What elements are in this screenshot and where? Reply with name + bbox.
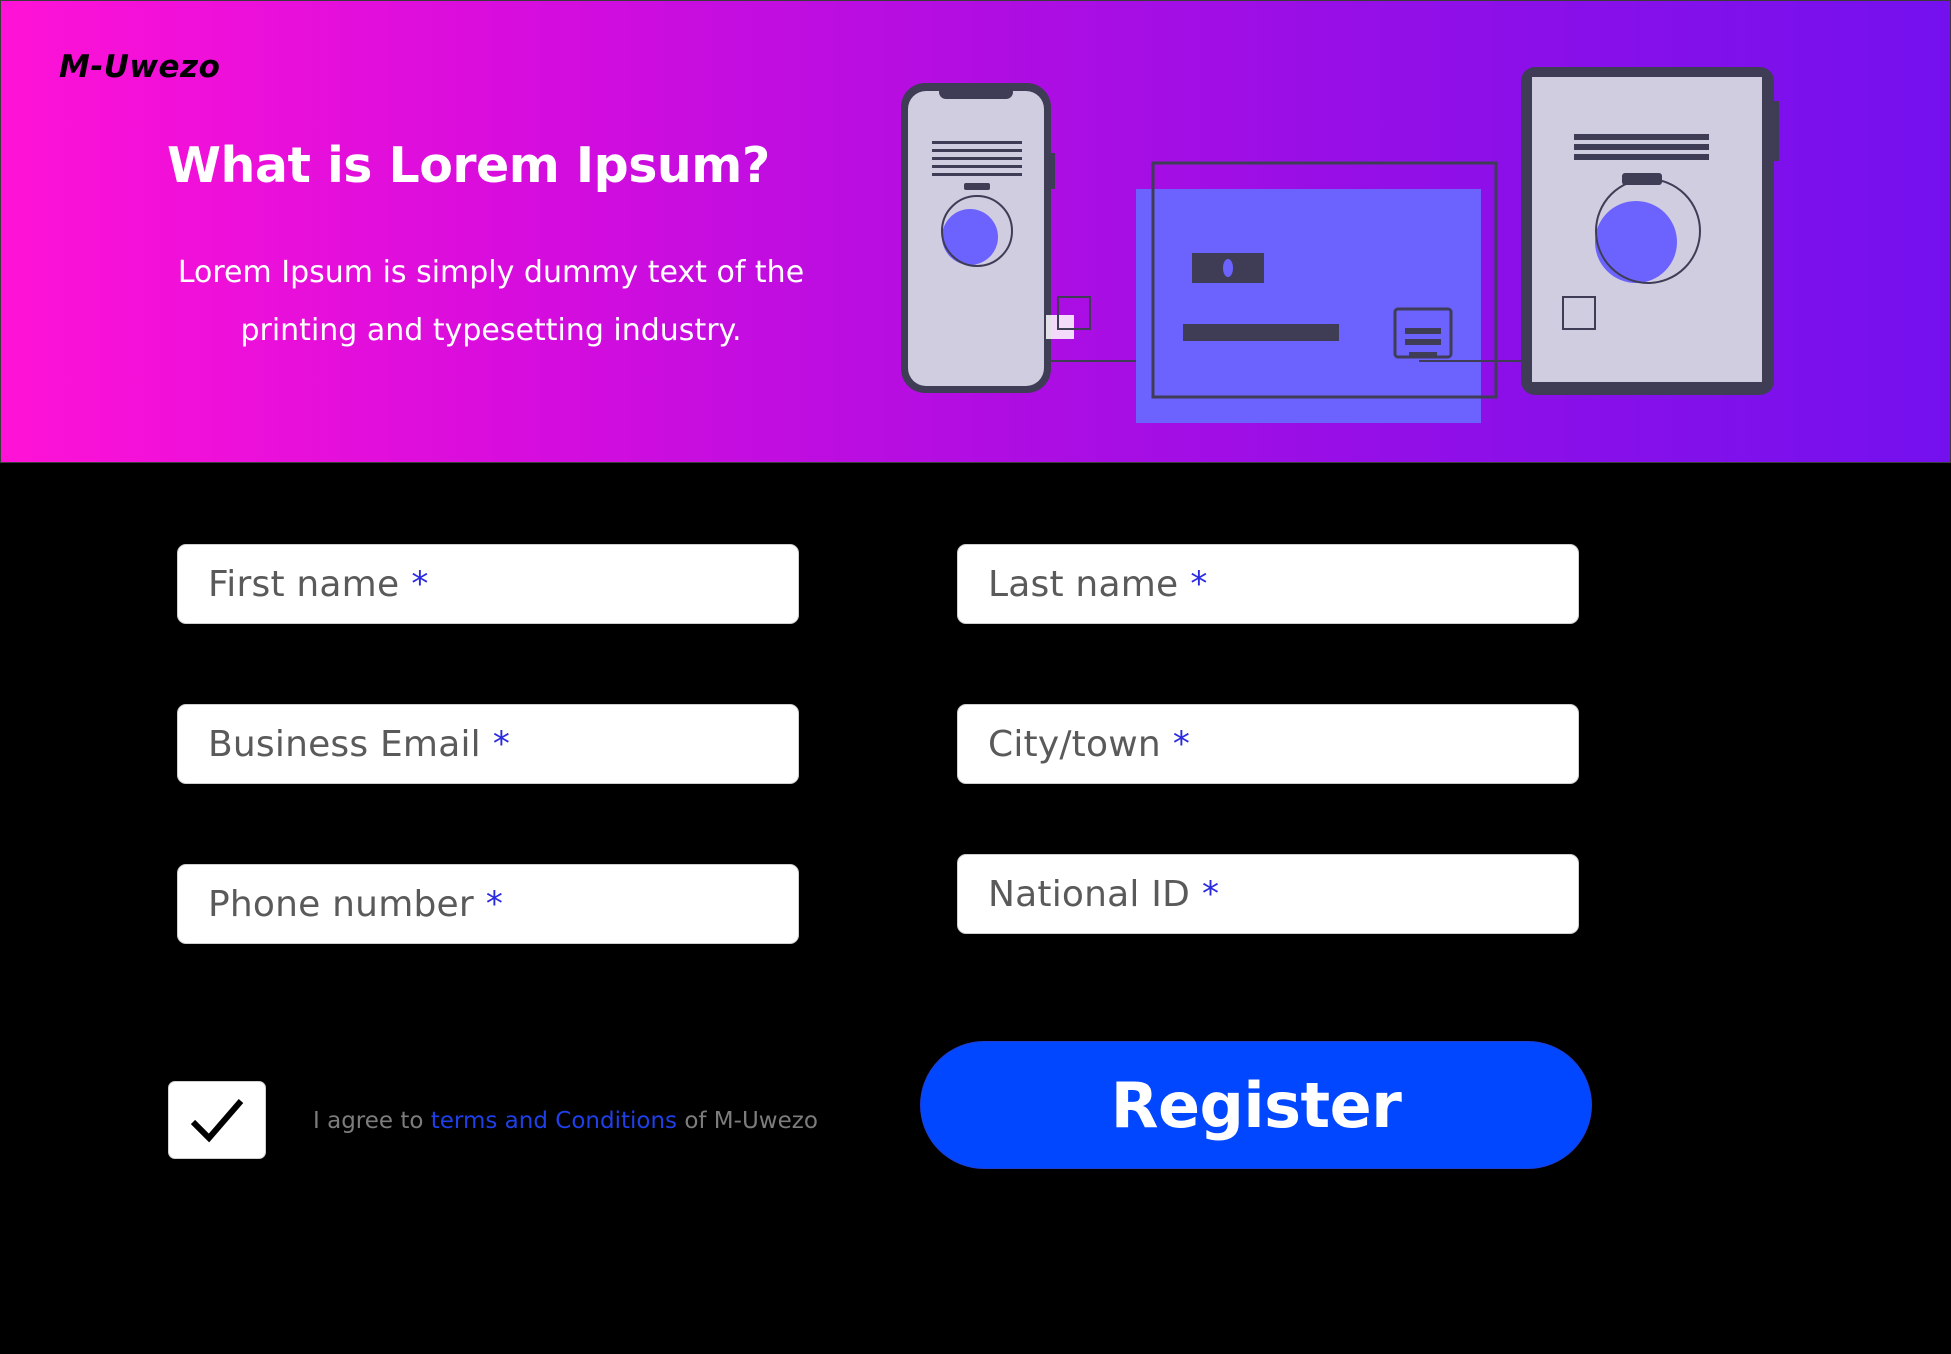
terms-link[interactable]: terms and Conditions bbox=[431, 1108, 677, 1134]
business-email-field[interactable]: Business Email * bbox=[177, 704, 799, 784]
tablet-illustration bbox=[1521, 67, 1779, 395]
brand-logo[interactable]: M-Uwezo bbox=[59, 49, 220, 85]
hero-title: What is Lorem Ipsum? bbox=[167, 137, 770, 194]
first-name-placeholder: First name bbox=[208, 563, 400, 605]
checkmark-icon bbox=[190, 1099, 244, 1143]
phone-number-field[interactable]: Phone number * bbox=[177, 864, 799, 944]
required-mark: * bbox=[485, 884, 503, 924]
devices-illustration bbox=[901, 67, 1779, 423]
business-email-placeholder: Business Email bbox=[208, 723, 481, 765]
terms-checkbox[interactable] bbox=[168, 1081, 266, 1159]
required-mark: * bbox=[492, 724, 510, 764]
registration-page: M-Uwezo What is Lorem Ipsum? Lorem Ipsum… bbox=[0, 0, 1951, 1354]
register-button-label: Register bbox=[1110, 1068, 1402, 1142]
national-id-field[interactable]: National ID * bbox=[957, 854, 1579, 934]
card-illustration bbox=[1136, 161, 1531, 423]
terms-agreement: I agree to terms and Conditions of M-Uwe… bbox=[313, 1108, 818, 1134]
phone-number-placeholder: Phone number bbox=[208, 883, 474, 925]
terms-suffix: of M-Uwezo bbox=[684, 1108, 818, 1134]
required-mark: * bbox=[1202, 874, 1219, 914]
national-id-placeholder: National ID bbox=[988, 873, 1190, 915]
last-name-placeholder: Last name bbox=[988, 563, 1179, 605]
hero-description: Lorem Ipsum is simply dummy text of the … bbox=[177, 255, 805, 348]
required-mark: * bbox=[411, 564, 429, 604]
register-button[interactable]: Register bbox=[920, 1041, 1592, 1169]
last-name-field[interactable]: Last name * bbox=[957, 544, 1579, 624]
city-town-field[interactable]: City/town * bbox=[957, 704, 1579, 784]
required-mark: * bbox=[1172, 724, 1190, 764]
terms-prefix: I agree to bbox=[313, 1108, 424, 1134]
city-town-placeholder: City/town bbox=[988, 723, 1161, 765]
hero-banner: M-Uwezo What is Lorem Ipsum? Lorem Ipsum… bbox=[0, 0, 1951, 463]
first-name-field[interactable]: First name * bbox=[177, 544, 799, 624]
required-mark: * bbox=[1190, 564, 1208, 604]
